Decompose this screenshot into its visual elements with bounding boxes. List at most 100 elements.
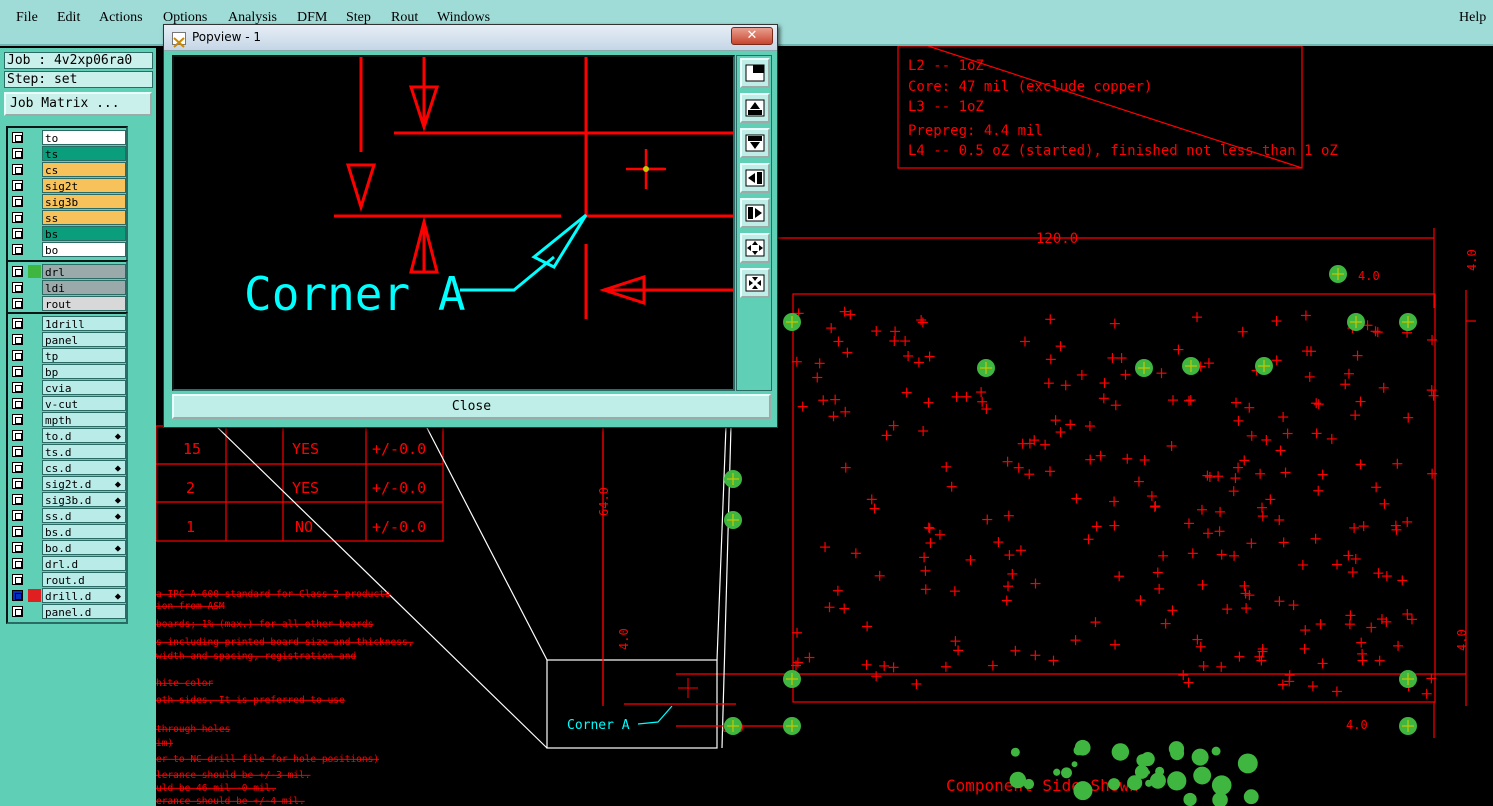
pan-up-icon[interactable] (740, 93, 770, 123)
layer-row[interactable]: ss (10, 210, 126, 226)
layer-checkbox[interactable] (12, 462, 23, 473)
layer-row[interactable]: drl.d (10, 556, 126, 572)
layer-name-drl[interactable]: drl (42, 264, 126, 279)
layer-name-ts.d[interactable]: ts.d (42, 444, 126, 459)
layer-checkbox[interactable] (12, 398, 23, 409)
zoom-out-icon[interactable] (740, 268, 770, 298)
layer-checkbox[interactable] (12, 164, 23, 175)
popview-window[interactable]: Popview - 1 ✕ Corner A Close (163, 24, 778, 428)
layer-checkbox[interactable] (12, 590, 23, 601)
layer-name-1drill[interactable]: 1drill (42, 316, 126, 331)
layer-name-tp[interactable]: tp (42, 348, 126, 363)
layer-name-rout[interactable]: rout (42, 296, 126, 311)
layer-row[interactable]: tp (10, 348, 126, 364)
layer-name-panel[interactable]: panel (42, 332, 126, 347)
layer-row[interactable]: ldi (10, 280, 126, 296)
layer-checkbox[interactable] (12, 318, 23, 329)
layer-row[interactable]: mpth (10, 412, 126, 428)
layer-name-bs.d[interactable]: bs.d (42, 524, 126, 539)
layer-row[interactable]: bo.d ⬥ (10, 540, 126, 556)
layer-row[interactable]: panel (10, 332, 126, 348)
layer-checkbox[interactable] (12, 542, 23, 553)
layer-name-ldi[interactable]: ldi (42, 280, 126, 295)
layer-row[interactable]: sig2t (10, 178, 126, 194)
layer-row[interactable]: ts.d (10, 444, 126, 460)
layer-name-ts[interactable]: ts (42, 146, 126, 161)
layer-name-bp[interactable]: bp (42, 364, 126, 379)
layer-row[interactable]: v-cut (10, 396, 126, 412)
layer-name-bs[interactable]: bs (42, 226, 126, 241)
layer-checkbox[interactable] (12, 228, 23, 239)
layer-checkbox[interactable] (12, 298, 23, 309)
layer-checkbox[interactable] (12, 478, 23, 489)
layer-checkbox[interactable] (12, 446, 23, 457)
layer-checkbox[interactable] (12, 382, 23, 393)
layer-name-sig2t.d[interactable]: sig2t.d ⬥ (42, 476, 126, 491)
layer-row[interactable]: ts (10, 146, 126, 162)
layer-name-ss.d[interactable]: ss.d ⬥ (42, 508, 126, 523)
layer-row[interactable]: sig3b (10, 194, 126, 210)
layer-name-mpth[interactable]: mpth (42, 412, 126, 427)
pan-down-icon[interactable] (740, 128, 770, 158)
zoom-in-icon[interactable] (740, 233, 770, 263)
layer-row[interactable]: bs.d (10, 524, 126, 540)
layer-checkbox[interactable] (12, 196, 23, 207)
layer-name-cvia[interactable]: cvia (42, 380, 126, 395)
layer-name-cs[interactable]: cs (42, 162, 126, 177)
layer-name-v-cut[interactable]: v-cut (42, 396, 126, 411)
layer-name-drill.d[interactable]: drill.d ⬥ (42, 588, 126, 603)
layer-checkbox[interactable] (12, 510, 23, 521)
layer-row[interactable]: cvia (10, 380, 126, 396)
menu-help[interactable]: Help (1459, 10, 1486, 26)
layer-row[interactable]: bs (10, 226, 126, 242)
layer-row[interactable]: bp (10, 364, 126, 380)
layer-name-sig3b[interactable]: sig3b (42, 194, 126, 209)
layer-checkbox[interactable] (12, 494, 23, 505)
layer-row[interactable]: drl (10, 264, 126, 280)
layer-name-sig2t[interactable]: sig2t (42, 178, 126, 193)
layer-name-ss[interactable]: ss (42, 210, 126, 225)
popview-titlebar[interactable]: Popview - 1 ✕ (164, 25, 777, 51)
layer-row[interactable]: to.d ⬥ (10, 428, 126, 444)
layer-row[interactable]: bo (10, 242, 126, 258)
layer-row[interactable]: rout.d (10, 572, 126, 588)
layer-checkbox[interactable] (12, 212, 23, 223)
layer-name-bo.d[interactable]: bo.d ⬥ (42, 540, 126, 555)
popview-close-button[interactable]: Close (172, 394, 771, 419)
popview-canvas[interactable]: Corner A (172, 55, 735, 391)
layer-checkbox[interactable] (12, 148, 23, 159)
layer-name-panel.d[interactable]: panel.d (42, 604, 126, 619)
layer-name-bo[interactable]: bo (42, 242, 126, 257)
layer-row[interactable]: rout (10, 296, 126, 312)
layer-checkbox[interactable] (12, 430, 23, 441)
menu-file[interactable]: File (16, 10, 38, 26)
layer-checkbox[interactable] (12, 414, 23, 425)
layer-checkbox[interactable] (12, 526, 23, 537)
layer-checkbox[interactable] (12, 282, 23, 293)
layer-checkbox[interactable] (12, 266, 23, 277)
pan-right-icon[interactable] (740, 198, 770, 228)
layer-checkbox[interactable] (12, 244, 23, 255)
layer-checkbox[interactable] (12, 606, 23, 617)
layer-row[interactable]: sig2t.d ⬥ (10, 476, 126, 492)
layer-row[interactable]: panel.d (10, 604, 126, 620)
layer-name-to[interactable]: to (42, 130, 126, 145)
layer-name-sig3b.d[interactable]: sig3b.d ⬥ (42, 492, 126, 507)
menu-edit[interactable]: Edit (57, 10, 80, 26)
layer-checkbox[interactable] (12, 574, 23, 585)
layer-checkbox[interactable] (12, 558, 23, 569)
layer-name-rout.d[interactable]: rout.d (42, 572, 126, 587)
job-matrix-button[interactable]: Job Matrix ... (4, 92, 152, 116)
layer-row[interactable]: 1drill (10, 316, 126, 332)
layer-row[interactable]: to (10, 130, 126, 146)
pan-left-icon[interactable] (740, 163, 770, 193)
zoom-home-icon[interactable] (740, 58, 770, 88)
layer-name-cs.d[interactable]: cs.d ⬥ (42, 460, 126, 475)
layer-row[interactable]: cs.d ⬥ (10, 460, 126, 476)
layer-checkbox[interactable] (12, 350, 23, 361)
layer-row[interactable]: ss.d ⬥ (10, 508, 126, 524)
layer-row[interactable]: drill.d ⬥ (10, 588, 126, 604)
layer-checkbox[interactable] (12, 366, 23, 377)
layer-checkbox[interactable] (12, 132, 23, 143)
layer-name-to.d[interactable]: to.d ⬥ (42, 428, 126, 443)
